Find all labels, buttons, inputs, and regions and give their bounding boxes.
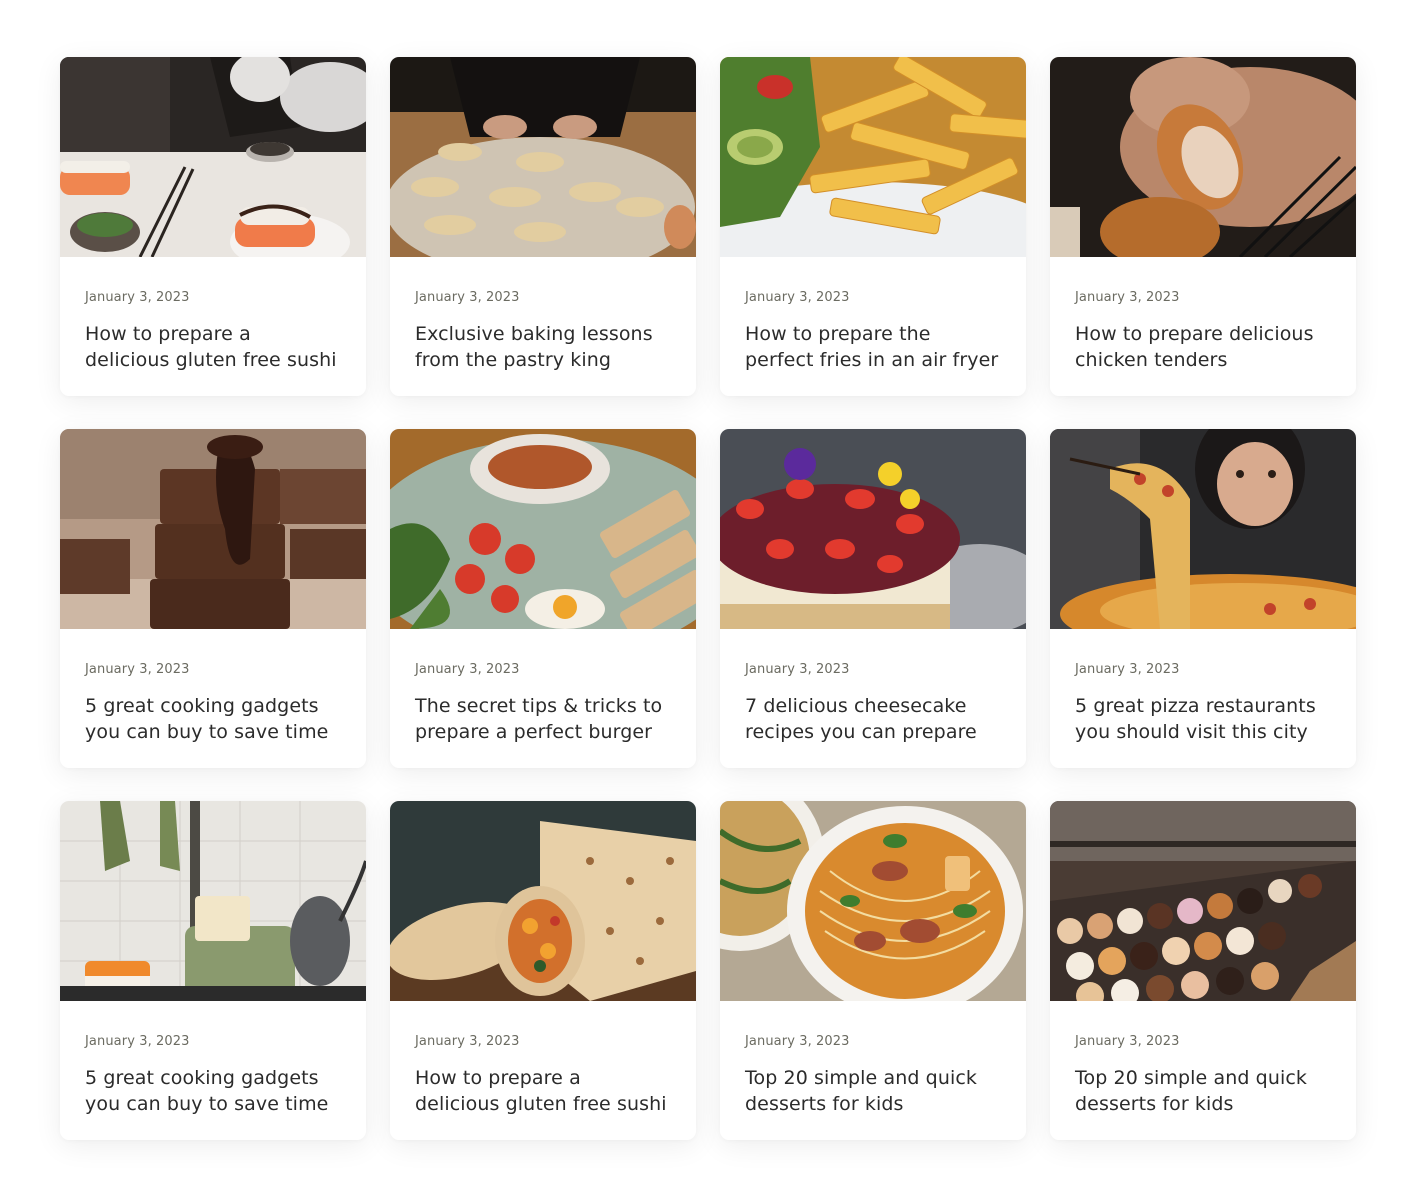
post-date: January 3, 2023 [415,1034,520,1049]
post-date: January 3, 2023 [1075,290,1180,305]
post-title[interactable]: Top 20 simple and quick desserts for kid… [1075,1065,1331,1117]
post-title[interactable]: How to prepare a delicious gluten free s… [85,321,341,373]
post-card[interactable]: January 3, 2023 7 delicious cheesecake r… [720,429,1026,768]
pastry-display-photo[interactable] [1050,801,1356,1001]
brownies-photo[interactable] [60,429,366,629]
post-title[interactable]: How to prepare a delicious gluten free s… [415,1065,671,1117]
post-title[interactable]: Top 20 simple and quick desserts for kid… [745,1065,1001,1117]
post-card[interactable]: January 3, 2023 How to prepare the perfe… [720,57,1026,396]
post-card[interactable]: January 3, 2023 Top 20 simple and quick … [1050,801,1356,1140]
post-date: January 3, 2023 [85,290,190,305]
post-card[interactable]: January 3, 2023 Exclusive baking lessons… [390,57,696,396]
post-card[interactable]: January 3, 2023 5 great cooking gadgets … [60,429,366,768]
post-date: January 3, 2023 [1075,662,1180,677]
post-title[interactable]: 5 great pizza restaurants you should vis… [1075,693,1331,745]
post-date: January 3, 2023 [745,290,850,305]
post-card[interactable]: January 3, 2023 How to prepare a delicio… [390,801,696,1140]
pizza-photo[interactable] [1050,429,1356,629]
post-date: January 3, 2023 [1075,1034,1180,1049]
post-title[interactable]: The secret tips & tricks to prepare a pe… [415,693,671,745]
post-date: January 3, 2023 [745,1034,850,1049]
breakfast-plate-photo[interactable] [390,429,696,629]
toaster-kitchen-photo[interactable] [60,801,366,1001]
blog-post-grid: January 3, 2023 How to prepare a delicio… [60,57,1356,1140]
burrito-wrap-photo[interactable] [390,801,696,1001]
post-title[interactable]: 7 delicious cheesecake recipes you can p… [745,693,1001,745]
post-card[interactable]: January 3, 2023 How to prepare delicious… [1050,57,1356,396]
post-date: January 3, 2023 [85,1034,190,1049]
fries-photo[interactable] [720,57,1026,257]
sushi-photo[interactable] [60,57,366,257]
post-title[interactable]: 5 great cooking gadgets you can buy to s… [85,1065,341,1117]
post-card[interactable]: January 3, 2023 5 great pizza restaurant… [1050,429,1356,768]
post-title[interactable]: How to prepare the perfect fries in an a… [745,321,1001,373]
noodle-soup-photo[interactable] [720,801,1026,1001]
post-card[interactable]: January 3, 2023 Top 20 simple and quick … [720,801,1026,1140]
cheesecake-photo[interactable] [720,429,1026,629]
post-title[interactable]: 5 great cooking gadgets you can buy to s… [85,693,341,745]
post-date: January 3, 2023 [745,662,850,677]
chicken-tender-photo[interactable] [1050,57,1356,257]
post-title[interactable]: How to prepare delicious chicken tenders [1075,321,1331,373]
post-card[interactable]: January 3, 2023 5 great cooking gadgets … [60,801,366,1140]
croissant-dough-photo[interactable] [390,57,696,257]
post-date: January 3, 2023 [85,662,190,677]
post-title[interactable]: Exclusive baking lessons from the pastry… [415,321,671,373]
post-card[interactable]: January 3, 2023 How to prepare a delicio… [60,57,366,396]
post-card[interactable]: January 3, 2023 The secret tips & tricks… [390,429,696,768]
post-date: January 3, 2023 [415,290,520,305]
post-date: January 3, 2023 [415,662,520,677]
